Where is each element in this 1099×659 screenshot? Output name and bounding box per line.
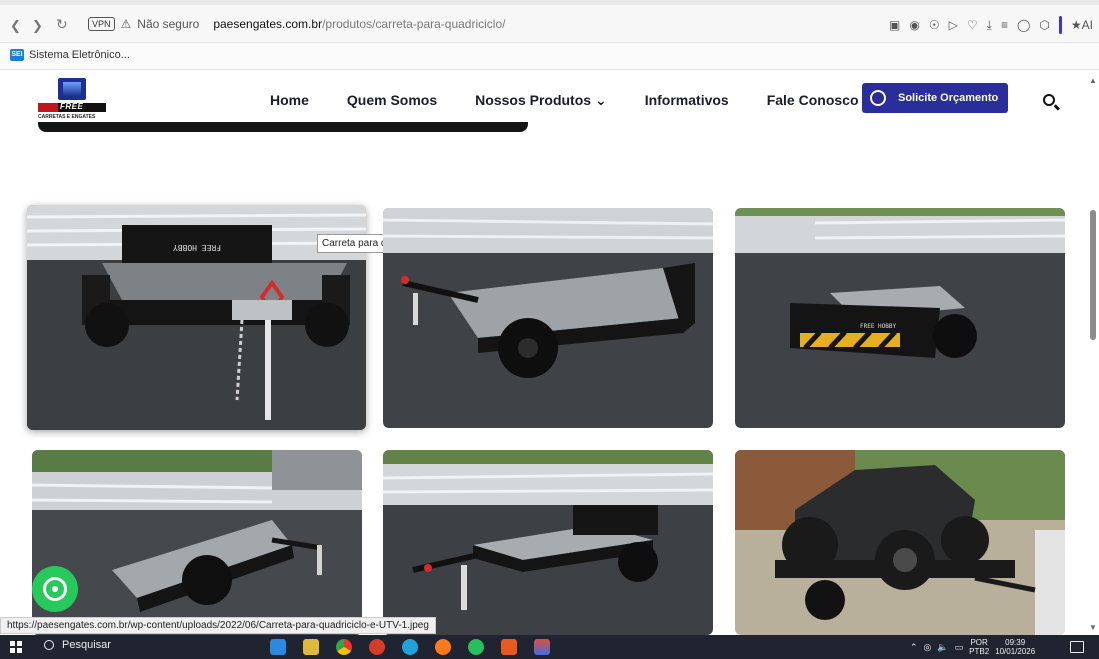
heart-icon[interactable]: ♡ [967,18,978,32]
language-indicator[interactable]: POR PTB2 [969,638,989,656]
display-icon[interactable]: ▭ [955,642,964,653]
nav-informativos[interactable]: Informativos [645,92,729,109]
taskbar-search-label: Pesquisar [62,639,111,651]
whatsapp-app-icon[interactable] [468,639,484,655]
windows-start-icon[interactable] [10,641,22,653]
clock-time: 09:39 [1005,638,1026,647]
language-code: POR [970,638,988,647]
search-icon[interactable] [1043,94,1055,106]
taskbar: Pesquisar ⌃ ◎ 🔈 ▭ POR PTB2 09:39 10/01/202… [0,635,1099,659]
keyboard-layout: PTB2 [969,647,990,656]
gallery-photo-3[interactable]: FREE HOBBY [735,208,1065,428]
gallery-photo-1[interactable]: FREE HOBBY [27,205,366,430]
site-logo[interactable]: FREE HOBBY CARRETAS E ENGATES [36,78,108,124]
url-path[interactable]: /produtos/carreta-para-quadriciclo/ [322,17,505,31]
security-label[interactable]: Não seguro [137,17,199,31]
trailer-plate-text-3: FREE HOBBY [860,323,897,330]
accent-divider [1058,16,1062,34]
status-bar-url: https://paesengates.com.br/wp-content/up… [0,617,436,634]
nav-quem-somos[interactable]: Quem Somos [347,92,437,109]
reading-list-icon[interactable]: ≡ [1001,18,1008,32]
bookmark-label: Sistema Eletrônico... [29,49,130,61]
network-icon[interactable]: ◎ [924,642,932,653]
download-icon[interactable]: ⤓ [987,18,992,33]
screenshot-icon[interactable]: ▣ [889,18,900,32]
camera-icon[interactable]: ◉ [909,18,919,32]
trailer-plate-text: FREE HOBBY [173,243,221,252]
notifications-icon[interactable] [1070,641,1084,653]
url-host[interactable]: paesengates.com.br [213,17,322,31]
video-bottom-edge [38,122,528,132]
nav-home[interactable]: Home [270,92,309,109]
gallery-photo-6[interactable] [735,450,1065,635]
browser-toolbar: ❮ ❯ ↻ VPN ⚠ Não seguro paesengates.com.b… [0,0,1099,43]
scroll-up-icon[interactable]: ▲ [1089,76,1097,85]
gallery-photo-2[interactable] [383,208,713,428]
bookmark-item[interactable]: SEI Sistema Eletrônico... [10,49,130,61]
folder-icon[interactable] [303,639,319,655]
nav-fale-conosco[interactable]: Fale Conosco [767,92,859,109]
taskbar-apps [270,639,550,655]
address-bar[interactable]: VPN ⚠ Não seguro paesengates.com.br/prod… [88,14,505,34]
bookmark-favicon: SEI [10,49,24,61]
firefox-icon[interactable] [435,639,451,655]
search-icon [44,640,54,650]
extension-icon[interactable]: ⬡ [1039,18,1049,32]
quote-button-label: Solicite Orçamento [898,92,999,104]
profile-icon[interactable]: ◯ [1017,18,1030,32]
clock[interactable]: 09:39 10/01/2026 [995,638,1035,656]
edge-icon[interactable] [402,639,418,655]
play-icon[interactable]: ▷ [949,18,958,32]
reload-icon[interactable]: ↻ [56,16,68,33]
main-nav: Home Quem Somos Nossos Produtos ⌄ Inform… [270,92,859,109]
forward-icon[interactable]: ❯ [32,18,43,34]
clock-date: 10/01/2026 [995,647,1036,656]
back-icon[interactable]: ❮ [10,18,21,34]
tab-strip [0,0,1099,5]
file-explorer-icon[interactable] [270,639,286,655]
app-icon[interactable] [501,639,517,655]
whatsapp-icon [43,577,67,601]
chevron-up-icon[interactable]: ⌃ [910,642,918,653]
taskbar-search[interactable]: Pesquisar [44,639,111,651]
system-tray: ⌃ ◎ 🔈 ▭ POR PTB2 09:39 10/01/2026 [910,638,1035,656]
ai-label: AI [1081,18,1093,32]
toolbar-icons: ▣ ◉ ☉ ▷ ♡ ⤓ ≡ ◯ ⬡ ★AI [889,16,1093,34]
logo-subtitle: CARRETAS E ENGATES [38,114,96,120]
ai-icon[interactable]: ★AI [1071,18,1093,32]
gallery-photo-4[interactable] [32,450,362,635]
opera-icon[interactable] [369,639,385,655]
chrome-icon[interactable] [336,639,352,655]
gallery-photo-5[interactable] [383,450,713,635]
bookmarks-bar: SEI Sistema Eletrônico... [0,43,1099,70]
scrollbar-thumb[interactable] [1090,210,1096,340]
warning-icon[interactable]: ⚠ [121,17,132,31]
vpn-badge[interactable]: VPN [88,17,115,31]
whatsapp-float-button[interactable] [32,566,78,612]
scroll-down-icon[interactable]: ▼ [1089,623,1097,632]
whatsapp-icon [870,90,886,106]
quote-button[interactable]: Solicite Orçamento [862,83,1008,113]
nav-nossos-produtos[interactable]: Nossos Produtos ⌄ [475,92,607,109]
photos-icon[interactable] [534,639,550,655]
volume-icon[interactable]: 🔈 [937,642,948,653]
shield-icon[interactable]: ☉ [929,18,940,32]
